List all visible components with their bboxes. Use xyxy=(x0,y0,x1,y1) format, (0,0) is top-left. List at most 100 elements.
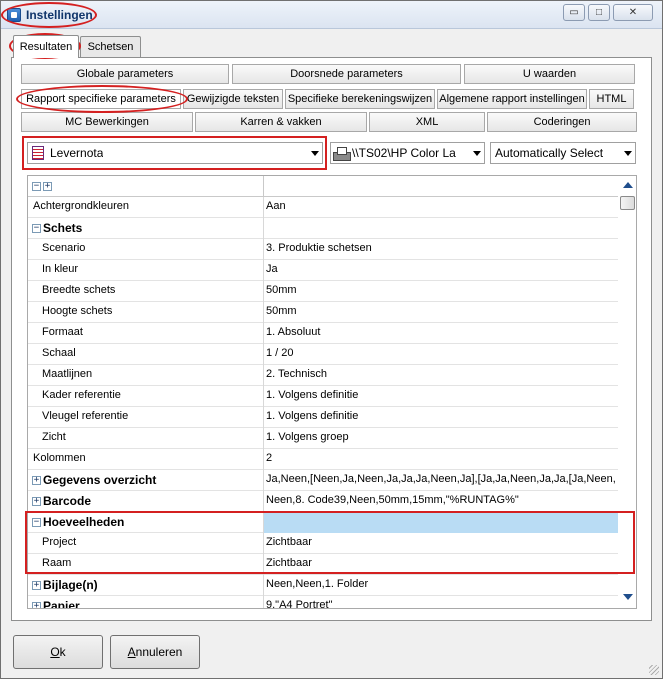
cancel-button[interactable]: Annuleren xyxy=(110,635,200,669)
app-icon xyxy=(7,8,21,22)
table-row[interactable]: + Papier 9."A4 Portret" xyxy=(28,596,618,609)
property-name: Schaal xyxy=(42,347,76,359)
property-value[interactable]: 2. Technisch xyxy=(266,368,616,380)
table-row[interactable]: Project Zichtbaar xyxy=(28,533,618,554)
property-name: Scenario xyxy=(42,242,86,254)
scroll-thumb[interactable] xyxy=(620,196,635,210)
table-row[interactable]: In kleur Ja xyxy=(28,260,618,281)
expand-icon[interactable]: + xyxy=(32,602,41,608)
table-row[interactable]: Schaal 1 / 20 xyxy=(28,344,618,365)
category-specifieke-berekeningswijzen[interactable]: Specifieke berekeningswijzen xyxy=(285,89,435,109)
category-algemene-rapport-instellingen[interactable]: Algemene rapport instellingen xyxy=(437,89,587,109)
table-row[interactable]: Vleugel referentie 1. Volgens definitie xyxy=(28,407,618,428)
table-row[interactable]: Maatlijnen 2. Technisch xyxy=(28,365,618,386)
scroll-up-icon[interactable] xyxy=(623,182,633,188)
table-row[interactable]: − Schets xyxy=(28,218,618,239)
maximize-button[interactable]: □ xyxy=(588,4,610,21)
expand-icon[interactable]: + xyxy=(32,497,41,506)
window-title: Instellingen xyxy=(26,8,93,22)
title-bar[interactable]: Instellingen ▭ □ ✕ xyxy=(1,1,662,29)
scroll-down-icon[interactable] xyxy=(623,594,633,600)
minimize-button[interactable]: ▭ xyxy=(563,4,585,21)
tab-schetsen[interactable]: Schetsen xyxy=(80,36,141,57)
property-name: Maatlijnen xyxy=(42,368,93,380)
tab-resultaten[interactable]: Resultaten xyxy=(13,35,79,58)
printer-select[interactable]: \\TS02\HP Color La xyxy=(330,142,485,164)
ok-button[interactable]: Ok xyxy=(13,635,103,669)
cancel-label: nnuleren xyxy=(135,645,183,659)
expand-icon[interactable]: + xyxy=(32,476,41,485)
category-row-1: Globale parameters Doorsnede parameters … xyxy=(21,64,635,84)
property-name: Kolommen xyxy=(33,452,86,464)
expand-icon[interactable]: + xyxy=(32,581,41,590)
property-value[interactable]: Neen,8. Code39,Neen,50mm,15mm,"%RUNTAG%" xyxy=(266,494,616,506)
table-row[interactable]: Formaat 1. Absoluut xyxy=(28,323,618,344)
expand-all-icon[interactable]: + xyxy=(43,182,52,191)
collapse-all-icon[interactable]: − xyxy=(32,182,41,191)
property-value[interactable]: 1. Volgens definitie xyxy=(266,410,616,422)
tray-select[interactable]: Automatically Select xyxy=(490,142,636,164)
category-rapport-specifieke-parameters[interactable]: Rapport specifieke parameters xyxy=(21,89,181,109)
resize-grip[interactable] xyxy=(649,665,659,675)
property-value[interactable]: 1. Volgens groep xyxy=(266,431,616,443)
category-xml[interactable]: XML xyxy=(369,112,485,132)
table-row[interactable]: Raam Zichtbaar xyxy=(28,554,618,575)
property-name: Papier xyxy=(43,599,80,609)
property-value[interactable]: Zichtbaar xyxy=(266,536,616,548)
vertical-scrollbar[interactable] xyxy=(619,176,636,608)
chevron-down-icon xyxy=(473,151,481,156)
category-globale-parameters[interactable]: Globale parameters xyxy=(21,64,229,84)
category-mc-bewerkingen[interactable]: MC Bewerkingen xyxy=(21,112,193,132)
close-button[interactable]: ✕ xyxy=(613,4,653,21)
table-row[interactable]: Kader referentie 1. Volgens definitie xyxy=(28,386,618,407)
property-value[interactable]: 50mm xyxy=(266,284,616,296)
property-value[interactable]: Ja,Neen,[Neen,Ja,Neen,Ja,Ja,Ja,Neen,Ja],… xyxy=(266,473,616,485)
collapse-icon[interactable]: − xyxy=(32,518,41,527)
property-value[interactable]: 3. Produktie schetsen xyxy=(266,242,616,254)
category-karren-vakken[interactable]: Karren & vakken xyxy=(195,112,367,132)
property-name: In kleur xyxy=(42,263,79,275)
report-select[interactable]: Levernota xyxy=(27,142,323,164)
category-u-waarden[interactable]: U waarden xyxy=(464,64,635,84)
category-gewijzigde-teksten[interactable]: Gewijzigde teksten xyxy=(183,89,283,109)
property-name: Vleugel referentie xyxy=(42,410,129,422)
collapse-icon[interactable]: − xyxy=(32,224,41,233)
property-value[interactable]: Neen,Neen,1. Folder xyxy=(266,578,616,590)
property-name: Schets xyxy=(43,221,83,235)
table-row[interactable]: Zicht 1. Volgens groep xyxy=(28,428,618,449)
property-name: Project xyxy=(42,536,77,548)
property-value[interactable]: 50mm xyxy=(266,305,616,317)
table-row[interactable]: Hoogte schets 50mm xyxy=(28,302,618,323)
property-value[interactable]: Ja xyxy=(266,263,616,275)
chevron-down-icon xyxy=(624,151,632,156)
property-name: Gegevens overzicht xyxy=(43,473,157,487)
property-value[interactable]: 2 xyxy=(266,452,616,464)
ok-label: k xyxy=(59,645,66,659)
property-value[interactable]: Zichtbaar xyxy=(266,557,616,569)
property-name: Hoeveelheden xyxy=(43,515,125,529)
property-value[interactable]: 9."A4 Portret" xyxy=(266,599,616,608)
property-value[interactable]: 1 / 20 xyxy=(266,347,616,359)
printer-select-value: \\TS02\HP Color La xyxy=(352,146,456,160)
tray-select-value: Automatically Select xyxy=(495,146,604,160)
cancel-accel: A xyxy=(127,645,136,659)
property-value[interactable]: Aan xyxy=(266,200,616,212)
table-row[interactable]: Kolommen 2 xyxy=(28,449,618,470)
table-row[interactable]: Achtergrondkleuren Aan xyxy=(28,197,618,218)
grid-header: − + xyxy=(28,176,618,197)
table-row[interactable]: + Gegevens overzicht Ja,Neen,[Neen,Ja,Neen… xyxy=(28,470,618,491)
category-coderingen[interactable]: Coderingen xyxy=(487,112,637,132)
table-row[interactable]: + Bijlage(n) Neen,Neen,1. Folder xyxy=(28,575,618,596)
property-name: Bijlage(n) xyxy=(43,578,98,592)
property-value[interactable]: 1. Absoluut xyxy=(266,326,616,338)
property-value[interactable]: 1. Volgens definitie xyxy=(266,389,616,401)
table-row[interactable]: + Barcode Neen,8. Code39,Neen,50mm,15mm,"%… xyxy=(28,491,618,512)
table-row[interactable]: Breedte schets 50mm xyxy=(28,281,618,302)
property-name: Formaat xyxy=(42,326,83,338)
ok-accel: O xyxy=(50,645,60,659)
selected-value-cell[interactable] xyxy=(264,512,618,533)
table-row[interactable]: − Hoeveelheden xyxy=(28,512,618,533)
category-html[interactable]: HTML xyxy=(589,89,634,109)
category-doorsnede-parameters[interactable]: Doorsnede parameters xyxy=(232,64,461,84)
table-row[interactable]: Scenario 3. Produktie schetsen xyxy=(28,239,618,260)
